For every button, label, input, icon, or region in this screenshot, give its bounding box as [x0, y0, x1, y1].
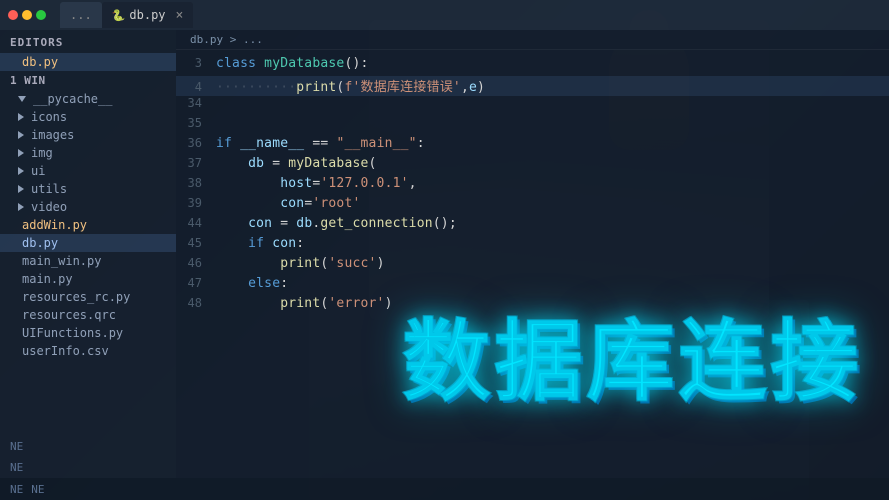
ide-overlay: ... 🐍 db.py × EDITORS db.py 1 WIN __pyca…	[0, 0, 889, 500]
sidebar-file-uifunctions[interactable]: UIFunctions.py	[0, 324, 176, 342]
sidebar-folder-icons[interactable]: icons	[0, 108, 176, 126]
code-line-38: 38 host='127.0.0.1',	[176, 176, 889, 196]
sidebar-file-addwin[interactable]: addWin.py	[0, 216, 176, 234]
tab-dots-label: ...	[70, 8, 92, 22]
line-number: 45	[176, 236, 216, 250]
line-content: con='root'	[216, 196, 361, 211]
main-area: EDITORS db.py 1 WIN __pycache__ icons im…	[0, 30, 889, 478]
code-line-46: 46 print('succ')	[176, 256, 889, 276]
line-number: 37	[176, 156, 216, 170]
tab-inactive[interactable]: ...	[60, 2, 102, 28]
code-line-48: 48 print('error')	[176, 296, 889, 316]
folder-closed-icon	[18, 113, 24, 121]
tab-label: db.py	[129, 8, 165, 22]
sidebar-file-db-py-editors[interactable]: db.py	[0, 53, 176, 71]
line-content: else:	[216, 276, 288, 291]
line-number: 39	[176, 196, 216, 210]
code-line-36: 36 if __name__ == "__main__":	[176, 136, 889, 156]
line-content: print('succ')	[216, 256, 385, 271]
sidebar-folder-pycache[interactable]: __pycache__	[0, 90, 176, 108]
sidebar-folder-ui[interactable]: ui	[0, 162, 176, 180]
minimize-button[interactable]	[22, 10, 32, 20]
sidebar-file-userinfo[interactable]: userInfo.csv	[0, 342, 176, 360]
tab-close-icon[interactable]: ×	[176, 8, 184, 23]
line-content: print('error')	[216, 296, 393, 311]
line-content: db = myDatabase(	[216, 156, 377, 171]
bottom-bar: NE NE	[0, 478, 889, 500]
line-number: 46	[176, 256, 216, 270]
sidebar-file-main[interactable]: main.py	[0, 270, 176, 288]
win-section-title: 1 WIN	[0, 71, 176, 90]
code-line-39: 39 con='root'	[176, 196, 889, 216]
line-content: con = db.get_connection();	[216, 216, 457, 231]
folder-label: __pycache__	[33, 92, 112, 106]
code-line-47: 47 else:	[176, 276, 889, 296]
editors-section-title: EDITORS	[0, 30, 176, 53]
window-controls	[8, 10, 46, 20]
sidebar-file-resources-qrc[interactable]: resources.qrc	[0, 306, 176, 324]
maximize-button[interactable]	[36, 10, 46, 20]
sidebar: EDITORS db.py 1 WIN __pycache__ icons im…	[0, 30, 176, 478]
breadcrumb: db.py > ...	[176, 30, 889, 50]
tab-db-py[interactable]: 🐍 db.py ×	[102, 2, 194, 28]
line-number: 38	[176, 176, 216, 190]
sidebar-bottom-ne2: NE	[0, 457, 176, 478]
code-line-3: 3 class myDatabase():	[176, 56, 889, 76]
folder-label: icons	[31, 110, 67, 124]
line-number: 47	[176, 276, 216, 290]
tab-bar: ... 🐍 db.py ×	[60, 2, 193, 28]
line-content	[216, 116, 224, 131]
code-line-35: 35	[176, 116, 889, 136]
code-line-34: 34	[176, 96, 889, 116]
line-content: ··········print(f'数据库连接错误',e)	[216, 76, 485, 95]
sidebar-folder-utils[interactable]: utils	[0, 180, 176, 198]
bottom-item-2: NE	[31, 483, 44, 496]
folder-closed-icon	[18, 203, 24, 211]
line-number: 4	[176, 80, 216, 94]
code-editor[interactable]: 3 class myDatabase(): 4 ··········print(…	[176, 50, 889, 322]
folder-label: images	[31, 128, 74, 142]
line-content: host='127.0.0.1',	[216, 176, 417, 191]
sidebar-file-db-py[interactable]: db.py	[0, 234, 176, 252]
line-number: 3	[176, 56, 216, 70]
code-line-45: 45 if con:	[176, 236, 889, 256]
line-content: if con:	[216, 236, 304, 251]
sidebar-folder-images[interactable]: images	[0, 126, 176, 144]
folder-closed-icon	[18, 131, 24, 139]
sidebar-file-main-win[interactable]: main_win.py	[0, 252, 176, 270]
titlebar: ... 🐍 db.py ×	[0, 0, 889, 30]
line-number: 44	[176, 216, 216, 230]
code-line-44: 44 con = db.get_connection();	[176, 216, 889, 236]
line-number: 48	[176, 296, 216, 310]
line-number: 35	[176, 116, 216, 130]
folder-closed-icon	[18, 167, 24, 175]
folder-open-icon	[18, 96, 26, 102]
folder-closed-icon	[18, 149, 24, 157]
python-icon: 🐍	[112, 9, 126, 22]
sidebar-folder-img[interactable]: img	[0, 144, 176, 162]
line-content: class myDatabase():	[216, 56, 369, 71]
folder-label: video	[31, 200, 67, 214]
folder-closed-icon	[18, 185, 24, 193]
sidebar-file-resources-rc[interactable]: resources_rc.py	[0, 288, 176, 306]
editor-area[interactable]: db.py > ... 3 class myDatabase(): 4 ····…	[176, 30, 889, 478]
line-number: 34	[176, 96, 216, 110]
sidebar-bottom-ne1: NE	[0, 436, 176, 457]
line-content	[216, 96, 224, 111]
folder-label: ui	[31, 164, 45, 178]
folder-label: img	[31, 146, 53, 160]
code-line-37: 37 db = myDatabase(	[176, 156, 889, 176]
line-number: 36	[176, 136, 216, 150]
line-content: if __name__ == "__main__":	[216, 136, 425, 151]
bottom-item-1: NE	[10, 483, 23, 496]
close-button[interactable]	[8, 10, 18, 20]
sidebar-folder-video[interactable]: video	[0, 198, 176, 216]
folder-label: utils	[31, 182, 67, 196]
code-line-4: 4 ··········print(f'数据库连接错误',e)	[176, 76, 889, 96]
